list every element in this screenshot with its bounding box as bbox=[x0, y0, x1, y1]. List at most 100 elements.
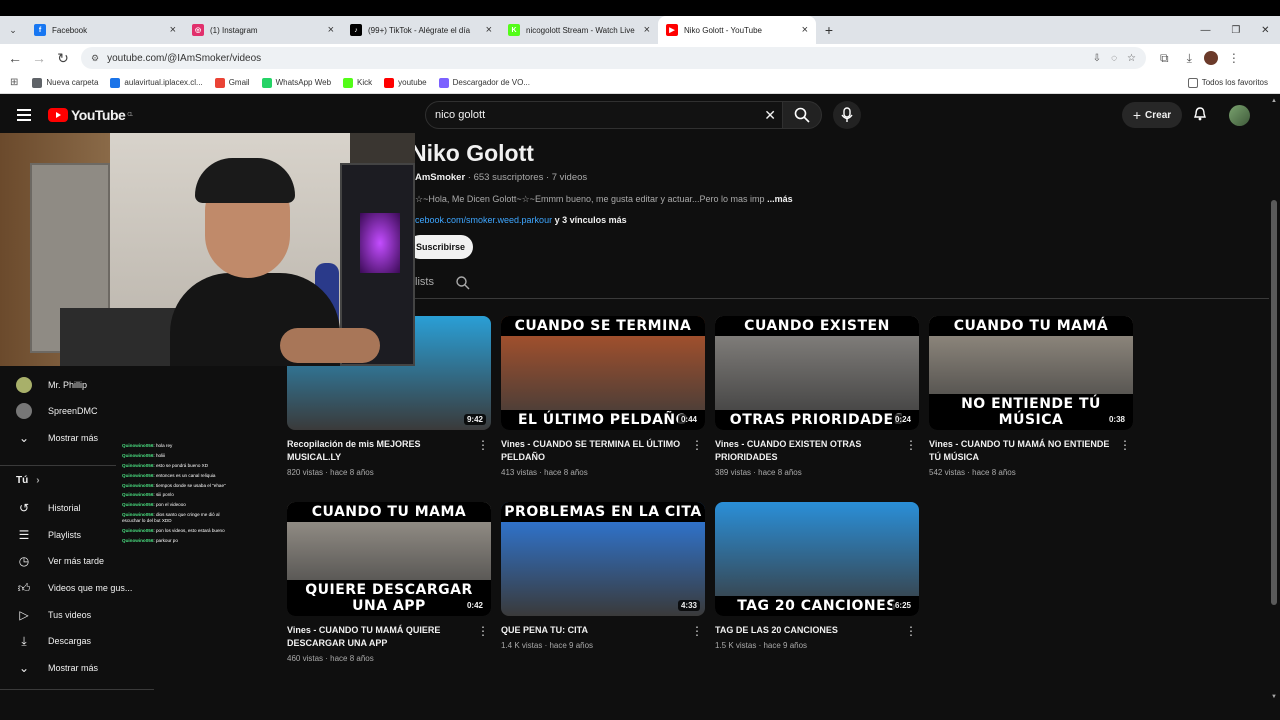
video-thumbnail[interactable]: TAG 20 CANCIONES 6:25 bbox=[715, 502, 919, 616]
chat-text: : parkour po bbox=[153, 537, 178, 543]
bookmark-item[interactable]: Gmail bbox=[214, 77, 250, 88]
video-thumbnail[interactable]: PROBLEMAS EN LA CITA 4:33 bbox=[501, 502, 705, 616]
notifications-bell-icon[interactable] bbox=[1192, 106, 1208, 125]
channel-description[interactable]: ☆~Hola, Me Dicen Golott~☆~Emmm bueno, me… bbox=[415, 194, 793, 205]
bookmark-item[interactable]: youtube bbox=[384, 77, 427, 88]
video-title[interactable]: Recopilación de mis MEJORES MUSICAL.LY bbox=[287, 438, 472, 464]
install-icon[interactable]: ⇩ bbox=[1093, 53, 1101, 64]
forward-icon[interactable]: → bbox=[27, 50, 51, 66]
video-card[interactable]: CUANDO SE TERMINA EL ÚLTIMO PELDAÑO 0:44 Vi… bbox=[501, 316, 705, 477]
video-card[interactable]: CUANDO TU MAMA QUIERE DESCARGAR UNA APP 0:… bbox=[287, 502, 491, 663]
show-more-library[interactable]: ⌄ Mostrar más bbox=[16, 660, 98, 676]
search-input[interactable]: nico golott ✕ bbox=[425, 101, 785, 129]
more-actions-icon[interactable]: ⋮ bbox=[477, 624, 489, 638]
video-title[interactable]: Vines - CUANDO TU MAMÁ NO ENTIENDE TÚ MÚ… bbox=[929, 438, 1114, 464]
apps-icon[interactable]: ⊞ bbox=[10, 77, 18, 88]
scroll-up-icon[interactable]: ▲ bbox=[1271, 98, 1277, 104]
sidebar-item-liked[interactable]: 👍︎ Videos que me gus... bbox=[16, 580, 133, 596]
site-info-icon[interactable]: ⚙ bbox=[91, 53, 99, 64]
video-title[interactable]: TAG DE LAS 20 CANCIONES bbox=[715, 624, 900, 637]
chat-text: : siii ponlo bbox=[153, 492, 174, 498]
bookmark-item[interactable]: WhatsApp Web bbox=[261, 77, 331, 88]
scroll-down-icon[interactable]: ▼ bbox=[1271, 694, 1277, 700]
chevron-down-icon: ⌄ bbox=[18, 661, 30, 675]
you-section-header[interactable]: Tú › bbox=[16, 475, 40, 486]
sidebar-item-watch-later[interactable]: ◷ Ver más tarde bbox=[16, 553, 104, 569]
new-tab-button[interactable]: + bbox=[816, 16, 842, 44]
video-title[interactable]: Vines - CUANDO TU MAMÁ QUIERE DESCARGAR … bbox=[287, 624, 472, 650]
clear-search-icon[interactable]: ✕ bbox=[764, 107, 776, 124]
channel-link[interactable]: cebook.com/smoker.weed.parkour bbox=[415, 215, 552, 225]
more-actions-icon[interactable]: ⋮ bbox=[691, 438, 703, 452]
search-icon bbox=[794, 107, 810, 123]
downloads-icon[interactable]: ⤓ bbox=[1187, 51, 1192, 66]
more-actions-icon[interactable]: ⋮ bbox=[477, 438, 489, 452]
browser-tab[interactable]: f Facebook × bbox=[26, 16, 184, 44]
browser-tab[interactable]: ▶ Niko Golott - YouTube × bbox=[658, 16, 816, 44]
search-button[interactable] bbox=[782, 101, 822, 129]
create-button[interactable]: + Crear bbox=[1122, 102, 1182, 128]
video-card[interactable]: CUANDO TU MAMÁ NO ENTIENDE TÚ MÚSICA 0:38 V… bbox=[929, 316, 1133, 477]
show-more-subscriptions[interactable]: ⌄ Mostrar más bbox=[16, 430, 98, 446]
browser-tab[interactable]: ◎ (1) Instagram × bbox=[184, 16, 342, 44]
more-links[interactable]: y 3 vínculos más bbox=[552, 215, 627, 225]
more-actions-icon[interactable]: ⋮ bbox=[691, 624, 703, 638]
sidebar-item-history[interactable]: ↺ Historial bbox=[16, 500, 81, 516]
chevron-down-icon: ⌄ bbox=[18, 431, 30, 445]
restore-icon[interactable]: ❐ bbox=[1231, 25, 1240, 36]
channel-search-icon[interactable] bbox=[456, 276, 470, 295]
menu-icon[interactable]: ⋮ bbox=[1228, 51, 1240, 65]
video-thumbnail[interactable]: CUANDO SE TERMINA EL ÚLTIMO PELDAÑO 0:44 bbox=[501, 316, 705, 430]
sidebar-item-playlists[interactable]: ☰ Playlists bbox=[16, 527, 81, 543]
more-actions-icon[interactable]: ⋮ bbox=[905, 438, 917, 452]
tab-close-icon[interactable]: × bbox=[328, 24, 334, 36]
hamburger-icon[interactable] bbox=[17, 109, 31, 121]
all-bookmarks[interactable]: Todos los favoritos bbox=[1187, 77, 1268, 88]
page-scrollbar[interactable] bbox=[1271, 200, 1277, 605]
video-title[interactable]: QUE PENA TU: CITA bbox=[501, 624, 686, 637]
more-actions-icon[interactable]: ⋮ bbox=[905, 624, 917, 638]
plus-icon: + bbox=[1132, 107, 1142, 123]
video-thumbnail[interactable]: CUANDO TU MAMÁ NO ENTIENDE TÚ MÚSICA 0:38 bbox=[929, 316, 1133, 430]
browser-tab[interactable]: ♪ (99+) TikTok - Alégrate el día × bbox=[342, 16, 500, 44]
minimize-icon[interactable]: — bbox=[1200, 25, 1210, 36]
thumbnail-caption-top: CUANDO TU MAMÁ bbox=[929, 316, 1133, 336]
bookmark-item[interactable]: aulavirtual.iplacex.cl... bbox=[110, 77, 203, 88]
video-thumbnail[interactable]: CUANDO EXISTEN OTRAS PRIORIDADES 0:24 bbox=[715, 316, 919, 430]
subscription-spreendmc[interactable]: SpreenDMC bbox=[16, 403, 98, 419]
bookmark-item[interactable]: Descargador de VO... bbox=[438, 77, 530, 88]
tab-close-icon[interactable]: × bbox=[486, 24, 492, 36]
bookmark-item[interactable]: Kick bbox=[343, 77, 372, 88]
url-field[interactable]: ⚙ youtube.com/@IAmSmoker/videos ⇩ ◌ ☆ bbox=[81, 47, 1146, 69]
tab-close-icon[interactable]: × bbox=[170, 24, 176, 36]
tab-close-icon[interactable]: × bbox=[644, 24, 650, 36]
video-card[interactable]: TAG 20 CANCIONES 6:25 TAG DE LAS 20 CANCIO… bbox=[715, 502, 919, 650]
sidebar-item-downloads[interactable]: ⤓ Descargas bbox=[16, 633, 91, 649]
star-icon[interactable]: ☆ bbox=[1127, 53, 1136, 64]
close-window-icon[interactable]: ✕ bbox=[1261, 25, 1269, 36]
thumbnail-caption-top: CUANDO EXISTEN bbox=[715, 316, 919, 336]
browser-tab[interactable]: Knicogolott Stream - Watch Live × bbox=[500, 16, 658, 44]
subscribe-button[interactable]: Suscribirse bbox=[408, 235, 473, 259]
video-card[interactable]: PROBLEMAS EN LA CITA 4:33 QUE PENA TU: CIT… bbox=[501, 502, 705, 650]
youtube-logo[interactable]: YouTube CL bbox=[48, 107, 133, 123]
tab-close-icon[interactable]: × bbox=[802, 24, 808, 36]
eye-off-icon[interactable]: ◌ bbox=[1111, 53, 1117, 64]
video-title[interactable]: Vines - CUANDO EXISTEN OTRAS PRIORIDADES bbox=[715, 438, 900, 464]
tab-playlists[interactable]: lists bbox=[415, 276, 434, 288]
tab-search-icon[interactable]: ⌄ bbox=[0, 16, 26, 44]
more-actions-icon[interactable]: ⋮ bbox=[1119, 438, 1131, 452]
extensions-icon[interactable]: ⧉ bbox=[1160, 51, 1169, 66]
profile-avatar[interactable] bbox=[1203, 51, 1218, 65]
bookmark-item[interactable]: Nueva carpeta bbox=[32, 77, 98, 88]
video-card[interactable]: CUANDO EXISTEN OTRAS PRIORIDADES 0:24 Vines… bbox=[715, 316, 919, 477]
folder-icon bbox=[1187, 77, 1198, 88]
video-title[interactable]: Vines - CUANDO SE TERMINA EL ÚLTIMO PELD… bbox=[501, 438, 686, 464]
video-thumbnail[interactable]: CUANDO TU MAMA QUIERE DESCARGAR UNA APP 0:… bbox=[287, 502, 491, 616]
subscription-mr-phillip[interactable]: Mr. Phillip bbox=[16, 377, 87, 393]
reload-icon[interactable]: ↻ bbox=[51, 50, 75, 67]
back-icon[interactable]: ← bbox=[3, 50, 27, 66]
sidebar-item-your-videos[interactable]: ▷ Tus videos bbox=[16, 607, 91, 623]
voice-search-button[interactable] bbox=[833, 101, 861, 129]
account-avatar[interactable] bbox=[1229, 105, 1250, 126]
